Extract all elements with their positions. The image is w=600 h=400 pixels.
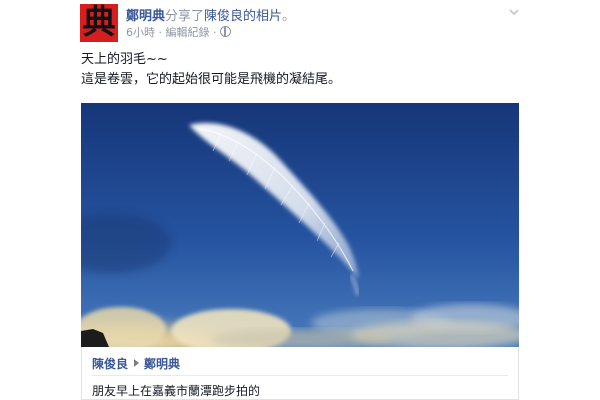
globe-icon[interactable] [220, 26, 231, 37]
author-avatar[interactable]: 典 [80, 4, 118, 42]
meta-separator: · [155, 26, 166, 39]
photo-owner-name-link[interactable]: 陳俊良 [92, 357, 128, 371]
timestamp-link[interactable]: 6小時 [126, 26, 155, 39]
post-text-line-1: 天上的羽毛~~ [81, 52, 168, 67]
photo-link[interactable]: 的相片 [243, 9, 282, 24]
shared-photo[interactable] [81, 103, 519, 347]
post-meta: 6小時 · 編輯紀錄 · [126, 24, 231, 40]
post-text-line-2: 這是卷雲，它的起始很可能是飛機的凝結尾。 [81, 72, 342, 87]
author-name-link[interactable]: 鄭明典 [126, 9, 165, 24]
shared-photo-caption-box: 陳俊良 鄭明典 朋友早上在嘉義市蘭潭跑步拍的 [81, 347, 519, 400]
target-name-link[interactable]: 鄭明典 [144, 357, 180, 371]
arrow-right-icon [134, 359, 140, 367]
post-message: 天上的羽毛~~ 這是卷雲，它的起始很可能是飛機的凝結尾。 [81, 50, 341, 90]
photo-owner-link[interactable]: 陳俊良 [204, 9, 243, 24]
header-period: 。 [282, 9, 296, 24]
photo-caption: 朋友早上在嘉義市蘭潭跑步拍的 [92, 384, 261, 398]
chevron-down-icon[interactable] [508, 6, 520, 18]
avatar-glyph: 典 [82, 4, 116, 41]
caption-divider [92, 375, 508, 376]
shared-text: 分享了 [165, 9, 205, 24]
meta-separator-2: · [209, 26, 220, 39]
post-header: 鄭明典分享了陳俊良的相片。 [126, 5, 295, 24]
edit-history-link[interactable]: 編輯紀錄 [166, 26, 210, 39]
caption-header: 陳俊良 鄭明典 [92, 355, 180, 372]
